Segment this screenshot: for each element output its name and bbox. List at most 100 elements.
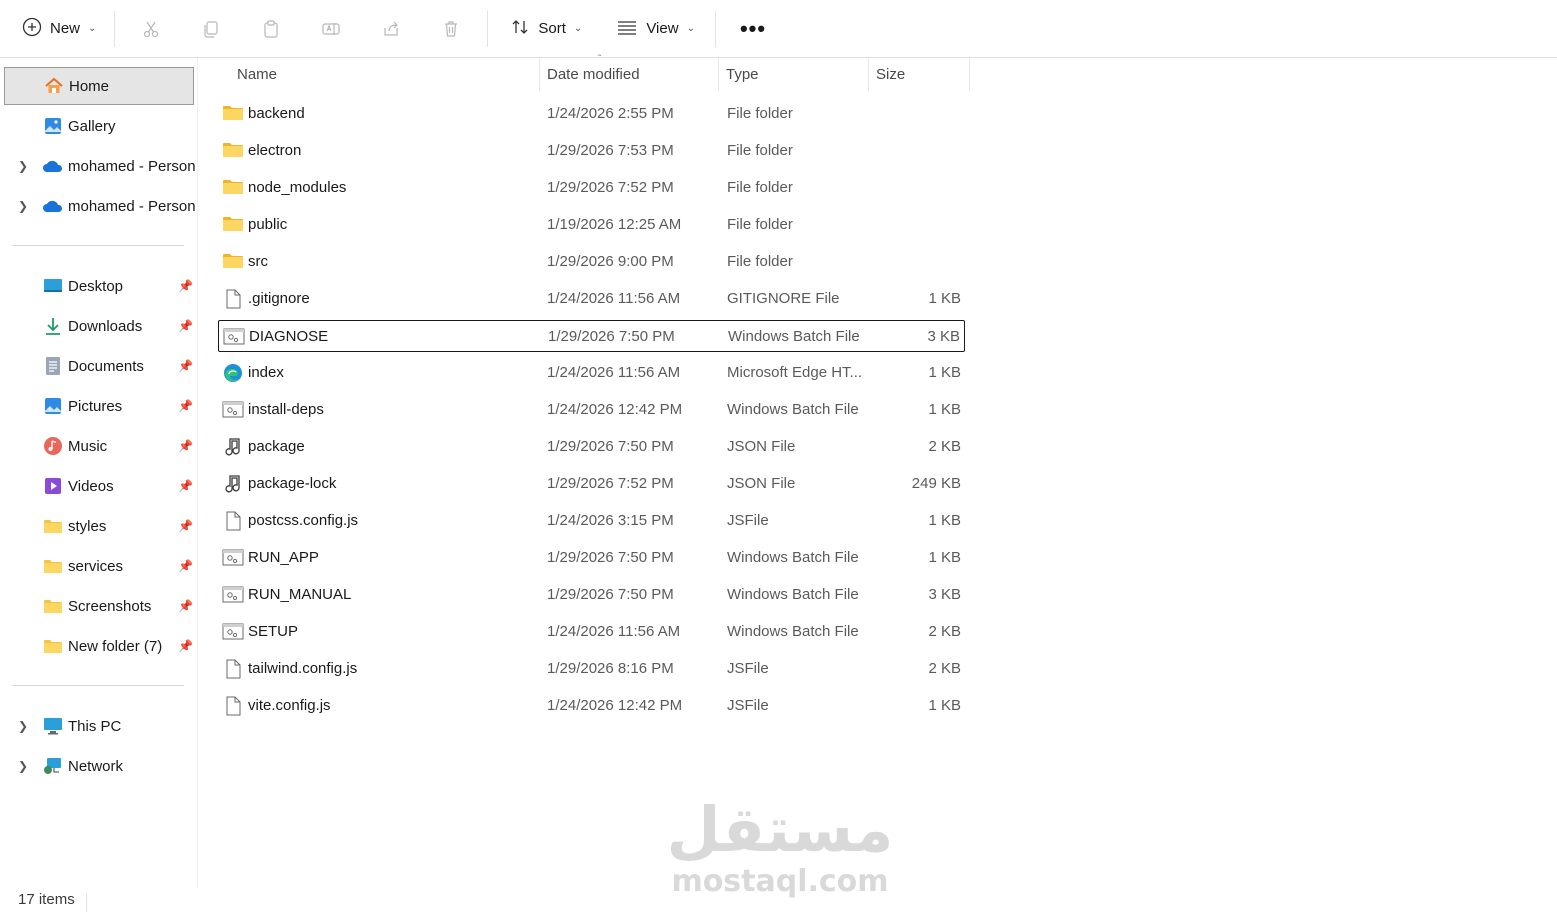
pin-icon[interactable]: 📌 xyxy=(178,439,193,453)
file-type: File folder xyxy=(727,179,793,196)
file-row[interactable]: RUN_APP 1/29/2026 7:50 PM Windows Batch Fi… xyxy=(218,542,965,574)
pin-icon[interactable]: 📌 xyxy=(178,519,193,533)
sidebar-item-new-folder-7[interactable]: New folder (7) 📌 xyxy=(4,627,194,665)
cut-button[interactable] xyxy=(121,9,181,49)
paste-button[interactable] xyxy=(241,9,301,49)
file-type: File folder xyxy=(727,142,793,159)
json-file-icon xyxy=(222,474,244,494)
file-type: JSFile xyxy=(727,697,769,714)
file-row[interactable]: install-deps 1/24/2026 12:42 PM Windows Ba… xyxy=(218,394,965,426)
file-name: tailwind.config.js xyxy=(248,660,358,677)
sidebar-item-home[interactable]: Home xyxy=(4,67,194,105)
sidebar-item-label: Pictures xyxy=(68,397,123,415)
file-name: index xyxy=(248,364,284,381)
sidebar-item-styles[interactable]: styles 📌 xyxy=(4,507,194,545)
copy-icon xyxy=(204,20,219,38)
sidebar-item-documents[interactable]: Documents 📌 xyxy=(4,347,194,385)
file-name: public xyxy=(248,216,288,233)
file-row[interactable]: index 1/24/2026 11:56 AM Microsoft Edge HT… xyxy=(218,357,965,389)
chevron-right-icon[interactable]: ❯ xyxy=(18,759,28,773)
file-name: RUN_APP xyxy=(248,549,319,566)
chevron-right-icon[interactable]: ❯ xyxy=(18,719,28,733)
file-row[interactable]: node_modules 1/29/2026 7:52 PM File folder xyxy=(218,172,965,204)
trash-icon xyxy=(445,20,458,37)
sidebar-item-label: Gallery xyxy=(68,117,116,135)
column-header-name[interactable]: Name xyxy=(229,58,540,91)
column-header-type[interactable]: Type xyxy=(718,58,869,91)
chevron-right-icon[interactable]: ❯ xyxy=(18,159,28,173)
sidebar-item-services[interactable]: services 📌 xyxy=(4,547,194,585)
network-icon xyxy=(42,755,64,777)
file-date-modified: 1/24/2026 12:42 PM xyxy=(547,401,683,418)
sidebar-item-pictures[interactable]: Pictures 📌 xyxy=(4,387,194,425)
pin-icon[interactable]: 📌 xyxy=(178,559,193,573)
more-options-button[interactable]: ••• xyxy=(730,9,776,49)
sidebar-item-music[interactable]: Music 📌 xyxy=(4,427,194,465)
sidebar-item-onedrive-1[interactable]: ❯ mohamed - Personal xyxy=(4,147,196,185)
pin-icon[interactable]: 📌 xyxy=(178,279,193,293)
folder-icon xyxy=(222,104,244,124)
file-row[interactable]: package-lock 1/29/2026 7:52 PM JSON File 24… xyxy=(218,468,965,500)
pin-icon[interactable]: 📌 xyxy=(178,599,193,613)
file-row[interactable]: tailwind.config.js 1/29/2026 8:16 PM JSFil… xyxy=(218,653,965,685)
file-row[interactable]: src 1/29/2026 9:00 PM File folder xyxy=(218,246,965,278)
file-row[interactable]: postcss.config.js 1/24/2026 3:15 PM JSFile… xyxy=(218,505,965,537)
file-date-modified: 1/29/2026 7:52 PM xyxy=(547,475,674,492)
sidebar-item-desktop[interactable]: Desktop 📌 xyxy=(4,267,194,305)
file-size: 249 KB xyxy=(911,475,961,492)
share-icon xyxy=(384,21,399,36)
sidebar-item-onedrive-2[interactable]: ❯ mohamed - Personal xyxy=(4,187,196,225)
file-date-modified: 1/29/2026 7:50 PM xyxy=(547,586,674,603)
file-row[interactable]: .gitignore 1/24/2026 11:56 AM GITIGNORE Fi… xyxy=(218,283,965,315)
file-size: 1 KB xyxy=(928,512,961,529)
file-name: package xyxy=(248,438,305,455)
file-row[interactable]: electron 1/29/2026 7:53 PM File folder xyxy=(218,135,965,167)
batch-file-icon xyxy=(222,548,244,568)
view-button[interactable]: View ⌄ xyxy=(606,9,705,49)
folder-icon xyxy=(42,635,64,657)
pin-icon[interactable]: 📌 xyxy=(178,399,193,413)
column-header-date[interactable]: Date modified xyxy=(539,58,719,91)
edge-icon xyxy=(222,363,244,383)
file-row[interactable]: DIAGNOSE 1/29/2026 7:50 PM Windows Batch F… xyxy=(218,320,965,352)
json-file-icon xyxy=(222,437,244,457)
share-button[interactable] xyxy=(361,9,421,49)
file-type: Windows Batch File xyxy=(727,623,859,640)
file-row[interactable]: package 1/29/2026 7:50 PM JSON File 2 KB xyxy=(218,431,965,463)
file-date-modified: 1/29/2026 8:16 PM xyxy=(547,660,674,677)
sidebar-item-gallery[interactable]: Gallery xyxy=(4,107,194,145)
delete-button[interactable] xyxy=(421,9,481,49)
column-header-size[interactable]: Size xyxy=(868,58,970,91)
file-row[interactable]: RUN_MANUAL 1/29/2026 7:50 PM Windows Batch… xyxy=(218,579,965,611)
pin-icon[interactable]: 📌 xyxy=(178,639,193,653)
sort-arrows-icon xyxy=(510,17,530,41)
new-button[interactable]: New ⌄ xyxy=(12,9,106,49)
sidebar-item-network[interactable]: ❯ Network xyxy=(4,747,194,785)
rename-button[interactable] xyxy=(301,9,361,49)
file-row[interactable]: public 1/19/2026 12:25 AM File folder xyxy=(218,209,965,241)
status-divider xyxy=(86,894,87,912)
file-icon xyxy=(222,511,244,531)
sidebar-item-screenshots[interactable]: Screenshots 📌 xyxy=(4,587,194,625)
sidebar-item-this-pc[interactable]: ❯ This PC xyxy=(4,707,194,745)
batch-file-icon xyxy=(222,622,244,642)
copy-button[interactable] xyxy=(181,9,241,49)
sort-button-label: Sort xyxy=(538,20,566,37)
pin-icon[interactable]: 📌 xyxy=(178,319,193,333)
sort-button[interactable]: Sort ⌄ xyxy=(500,9,592,49)
chevron-right-icon[interactable]: ❯ xyxy=(18,199,28,213)
pin-icon[interactable]: 📌 xyxy=(178,359,193,373)
sidebar-item-downloads[interactable]: Downloads 📌 xyxy=(4,307,194,345)
file-type: File folder xyxy=(727,253,793,270)
pin-icon[interactable]: 📌 xyxy=(178,479,193,493)
sidebar-item-videos[interactable]: Videos 📌 xyxy=(4,467,194,505)
file-row[interactable]: backend 1/24/2026 2:55 PM File folder xyxy=(218,98,965,130)
folder-icon xyxy=(222,252,244,272)
file-name: install-deps xyxy=(248,401,324,418)
file-row[interactable]: vite.config.js 1/24/2026 12:42 PM JSFile 1 … xyxy=(218,690,965,722)
view-lines-icon xyxy=(616,17,638,41)
column-header-row: ˆ Name Date modified Type Size xyxy=(220,54,980,91)
file-row[interactable]: SETUP 1/24/2026 11:56 AM Windows Batch Fil… xyxy=(218,616,965,648)
paste-icon xyxy=(264,19,279,38)
file-date-modified: 1/29/2026 7:50 PM xyxy=(547,438,674,455)
